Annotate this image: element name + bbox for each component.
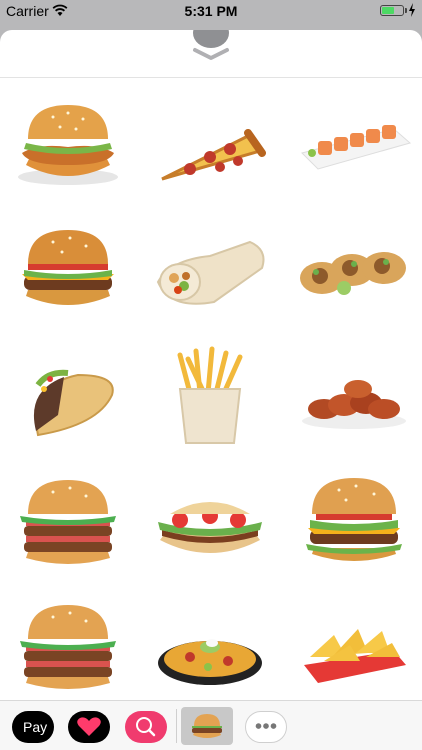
status-bar: Carrier 5:31 PM bbox=[0, 0, 422, 22]
more-apps-button[interactable] bbox=[245, 711, 287, 743]
sticker-sheet bbox=[0, 30, 422, 750]
sticker-street-tacos[interactable] bbox=[294, 220, 414, 320]
sticker-grid bbox=[0, 85, 422, 705]
nachos-icon bbox=[304, 629, 406, 683]
sticker-crispy-chicken-burger[interactable] bbox=[8, 95, 128, 195]
burger-icon bbox=[20, 480, 116, 564]
sticker-burrito-wrap[interactable] bbox=[150, 220, 270, 320]
burrito-icon bbox=[156, 240, 265, 305]
sticker-hard-shell-taco[interactable] bbox=[8, 345, 128, 445]
burger-icon bbox=[18, 105, 118, 185]
clock: 5:31 PM bbox=[184, 3, 238, 19]
pizza-icon bbox=[161, 129, 266, 181]
nachos-icon bbox=[158, 639, 262, 685]
sticker-sushi-rolls[interactable] bbox=[294, 95, 414, 195]
battery-icon bbox=[380, 5, 404, 16]
sticker-cheeseburger[interactable] bbox=[8, 220, 128, 320]
sticker-french-fries[interactable] bbox=[150, 345, 270, 445]
sticker-loaded-flatbread-sandwich[interactable] bbox=[150, 470, 270, 570]
drawer-separator bbox=[176, 709, 177, 743]
digital-touch-button[interactable] bbox=[68, 711, 110, 743]
sandwich-icon bbox=[158, 502, 262, 553]
food-stickers-button[interactable] bbox=[181, 707, 233, 745]
charging-bolt-icon bbox=[409, 3, 415, 17]
chevron-down-icon[interactable] bbox=[191, 46, 231, 62]
image-search-button[interactable] bbox=[125, 711, 167, 743]
sushi-icon bbox=[301, 125, 412, 170]
globe-search-icon bbox=[136, 717, 156, 737]
wings-icon bbox=[302, 380, 406, 429]
apple-pay-label: Pay bbox=[23, 719, 48, 735]
sticker-pepperoni-pizza-slice[interactable] bbox=[150, 95, 270, 195]
heart-icon bbox=[77, 717, 101, 736]
sticker-deluxe-burger[interactable] bbox=[294, 470, 414, 570]
fries-icon bbox=[177, 346, 243, 444]
app-drawer: Pay bbox=[0, 700, 422, 750]
battery-tip bbox=[405, 8, 407, 13]
burger-icon bbox=[20, 605, 116, 689]
burger-icon bbox=[306, 478, 402, 561]
sticker-double-bacon-burger-2[interactable] bbox=[8, 595, 128, 695]
sticker-nachos-tray[interactable] bbox=[294, 595, 414, 695]
sticker-nachos-plate[interactable] bbox=[150, 595, 270, 695]
taco-icon bbox=[300, 252, 406, 295]
sheet-divider bbox=[0, 77, 422, 78]
ellipsis-icon bbox=[255, 723, 277, 729]
sticker-chicken-wings[interactable] bbox=[294, 345, 414, 445]
taco-icon bbox=[33, 369, 114, 437]
sticker-double-bacon-burger[interactable] bbox=[8, 470, 128, 570]
burger-icon bbox=[22, 230, 114, 305]
burger-icon bbox=[192, 714, 222, 738]
apple-pay-button[interactable]: Pay bbox=[12, 711, 54, 743]
